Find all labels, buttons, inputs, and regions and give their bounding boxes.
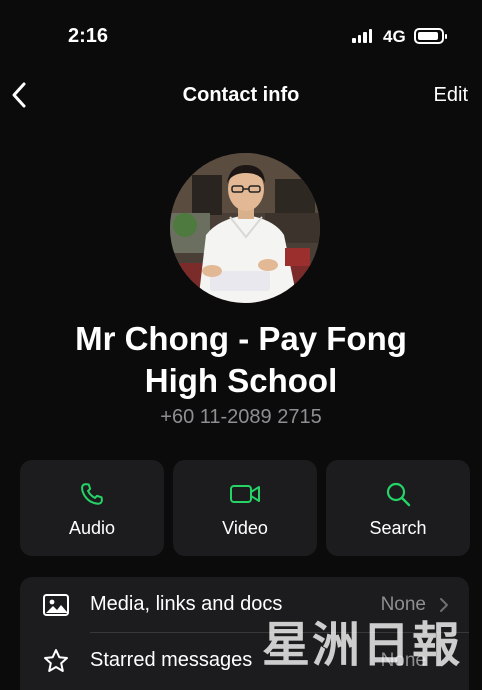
network-type: 4G xyxy=(383,27,406,46)
status-time: 2:16 xyxy=(68,25,109,47)
contact-name: Mr Chong - Pay Fong High School xyxy=(20,318,462,402)
audio-call-button[interactable]: Audio xyxy=(20,460,164,556)
search-label: Search xyxy=(369,518,427,538)
magnifier-icon xyxy=(386,482,411,507)
contact-info-screen: 2:16 4G Contact info Edit Mr Chong - Pay… xyxy=(0,0,482,690)
contact-name-line2: High School xyxy=(144,362,338,399)
contact-name-line1: Mr Chong - Pay Fong xyxy=(75,320,407,357)
edit-button[interactable]: Edit xyxy=(434,84,468,107)
media-links-docs-label: Media, links and docs xyxy=(90,593,283,615)
image-icon xyxy=(43,594,69,616)
battery-icon xyxy=(414,28,447,44)
video-label: Video xyxy=(222,518,268,538)
phone-icon xyxy=(81,483,103,505)
contact-phone[interactable]: +60 11-2089 2715 xyxy=(0,406,482,429)
newspaper-watermark: 星洲日報 xyxy=(262,617,463,673)
starred-messages-label: Starred messages xyxy=(90,649,253,671)
search-button[interactable]: Search xyxy=(326,460,470,556)
video-camera-icon xyxy=(230,485,260,503)
avatar-photo xyxy=(170,153,320,303)
contact-avatar[interactable] xyxy=(170,153,320,303)
signal-strength-icon xyxy=(352,29,372,43)
video-call-button[interactable]: Video xyxy=(173,460,317,556)
page-title: Contact info xyxy=(182,84,300,106)
audio-label: Audio xyxy=(68,518,116,538)
star-icon xyxy=(44,649,68,672)
